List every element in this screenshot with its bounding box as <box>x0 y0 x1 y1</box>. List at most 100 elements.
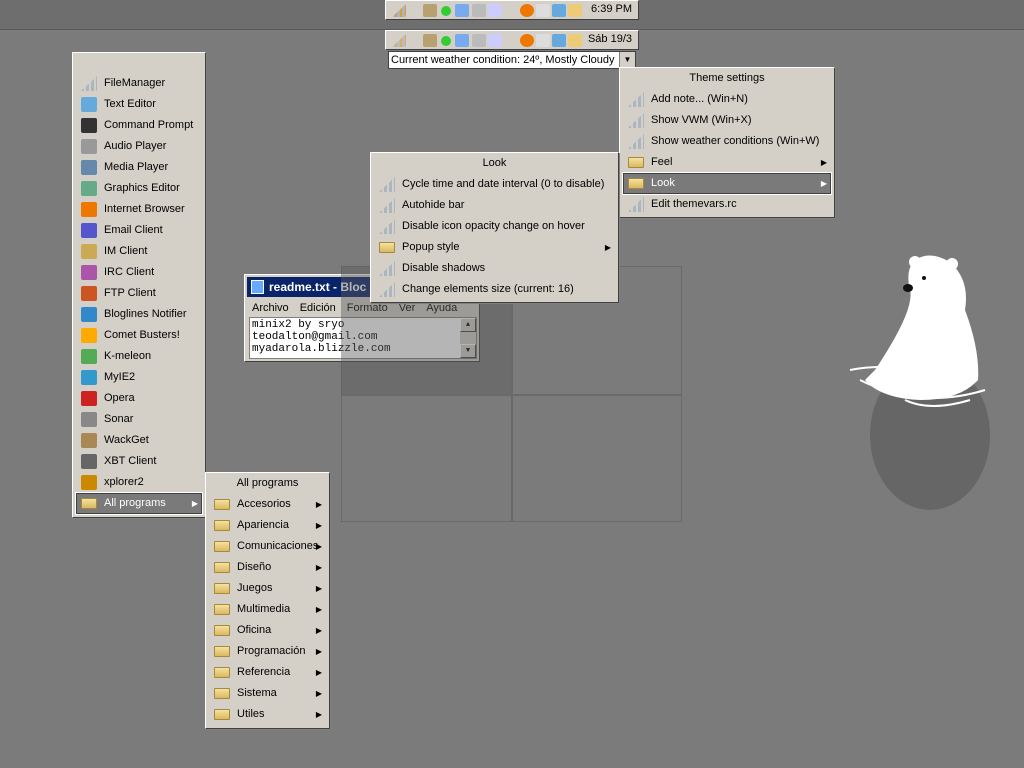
bloglines-icon <box>81 307 97 322</box>
menu-item-xplorer2[interactable]: xplorer2 <box>76 472 202 493</box>
firefox-icon[interactable] <box>520 4 534 17</box>
bars-icon <box>628 113 644 128</box>
menu-item-label: Apariencia <box>237 519 289 531</box>
menu-item-cycle-time-and-date-interval-0-to-disable[interactable]: Cycle time and date interval (0 to disab… <box>374 174 615 195</box>
menu-item-feel[interactable]: Feel ▶ <box>623 152 831 173</box>
menu-item-opera[interactable]: Opera <box>76 388 202 409</box>
network-icon[interactable] <box>455 34 469 47</box>
tray-icon[interactable] <box>423 4 437 17</box>
menu-item-label: All programs <box>104 497 166 509</box>
menu-item-referencia[interactable]: Referencia ▶ <box>209 662 326 683</box>
menu-item-label: FileManager <box>104 77 166 89</box>
menu-edicio-n[interactable]: Edición <box>300 302 336 314</box>
menu-item-label: Graphics Editor <box>104 182 180 194</box>
menu-item-wackget[interactable]: WackGet <box>76 430 202 451</box>
menu-item-change-elements-size-current-16[interactable]: Change elements size (current: 16) <box>374 279 615 300</box>
menu-item-disable-icon-opacity-change-on-hover[interactable]: Disable icon opacity change on hover <box>374 216 615 237</box>
menu-item-apariencia[interactable]: Apariencia ▶ <box>209 515 326 536</box>
irc-icon <box>81 265 97 280</box>
menu-item-media-player[interactable]: Media Player <box>76 157 202 178</box>
dropdown-arrow-icon[interactable]: ▼ <box>619 52 635 68</box>
menu-item-multimedia[interactable]: Multimedia ▶ <box>209 599 326 620</box>
menu-item-juegos[interactable]: Juegos ▶ <box>209 578 326 599</box>
menu-item-look[interactable]: Look ▶ <box>622 172 832 195</box>
menu-item-irc-client[interactable]: IRC Client <box>76 262 202 283</box>
folder-icon <box>214 625 230 636</box>
printer-icon[interactable] <box>472 4 486 17</box>
app-icon[interactable] <box>392 34 406 47</box>
submenu-arrow-icon: ▶ <box>315 563 322 572</box>
folder-icon <box>628 178 644 189</box>
opera-icon <box>81 391 97 406</box>
printer-icon[interactable] <box>472 34 486 47</box>
menu-item-audio-player[interactable]: Audio Player <box>76 136 202 157</box>
menu-item-label: Programación <box>237 645 306 657</box>
notebook-icon[interactable] <box>552 4 566 17</box>
menu-item-show-vwm-win-x[interactable]: Show VWM (Win+X) <box>623 110 831 131</box>
home-icon[interactable] <box>536 34 550 47</box>
menu-item-myie2[interactable]: MyIE2 <box>76 367 202 388</box>
menu-item-label: Media Player <box>104 161 169 173</box>
menu-item-autohide-bar[interactable]: Autohide bar <box>374 195 615 216</box>
menu-item-label: Opera <box>104 392 135 404</box>
mail-icon[interactable] <box>488 4 502 17</box>
menu-item-label: xplorer2 <box>104 476 144 488</box>
menu-item-command-prompt[interactable]: Command Prompt <box>76 115 202 136</box>
chameleon-icon <box>81 349 97 364</box>
menu-item-comet-busters[interactable]: Comet Busters! <box>76 325 202 346</box>
menu-item-all-programs[interactable]: All programs ▶ <box>75 492 203 515</box>
menu-item-email-client[interactable]: Email Client <box>76 220 202 241</box>
weather-combobox[interactable]: Current weather condition: 24º, Mostly C… <box>388 51 636 69</box>
menu-archivo[interactable]: Archivo <box>252 302 289 314</box>
menu-item-utiles[interactable]: Utiles ▶ <box>209 704 326 725</box>
menu-item-accesorios[interactable]: Accesorios ▶ <box>209 494 326 515</box>
notebook-icon[interactable] <box>552 34 566 47</box>
menu-item-graphics-editor[interactable]: Graphics Editor <box>76 178 202 199</box>
app-icon[interactable] <box>392 4 406 17</box>
mail-icon[interactable] <box>488 34 502 47</box>
menu-item-label: IM Client <box>104 245 148 257</box>
envelope-icon <box>81 223 97 238</box>
menu-item-sonar[interactable]: Sonar <box>76 409 202 430</box>
menu-item-popup-style[interactable]: Popup style ▶ <box>374 237 615 258</box>
menu-item-comunicaciones[interactable]: Comunicaciones ▶ <box>209 536 326 557</box>
menu-item-disen-o[interactable]: Diseño ▶ <box>209 557 326 578</box>
network-icon[interactable] <box>455 4 469 17</box>
wackget-icon <box>81 433 97 448</box>
menu-item-label: Email Client <box>104 224 163 236</box>
menu-item-disable-shadows[interactable]: Disable shadows <box>374 258 615 279</box>
menu-item-k-meleon[interactable]: K-meleon <box>76 346 202 367</box>
folder-icon <box>214 688 230 699</box>
menu-item-xbt-client[interactable]: XBT Client <box>76 451 202 472</box>
menu-item-label: Show VWM (Win+X) <box>651 114 752 126</box>
folder-icon[interactable] <box>568 4 582 17</box>
palette-icon <box>81 181 97 196</box>
bars-icon <box>379 198 395 213</box>
date[interactable]: Sáb 19/3 <box>588 33 632 45</box>
start-menu: FileManager Text Editor Command Prompt Audi… <box>72 52 206 518</box>
tray-icon[interactable] <box>423 34 437 47</box>
submenu-arrow-icon: ▶ <box>315 647 322 656</box>
menu-item-text-editor[interactable]: Text Editor <box>76 94 202 115</box>
menu-item-ftp-client[interactable]: FTP Client <box>76 283 202 304</box>
menu-item-label: WackGet <box>104 434 149 446</box>
menu-item-edit-themevars-rc[interactable]: Edit themevars.rc <box>623 194 831 215</box>
folder-icon[interactable] <box>568 34 582 47</box>
menu-item-label: Popup style <box>402 241 460 253</box>
ftp-icon <box>81 286 97 301</box>
home-icon[interactable] <box>536 4 550 17</box>
bars-icon <box>81 76 97 91</box>
menu-item-bloglines-notifier[interactable]: Bloglines Notifier <box>76 304 202 325</box>
menu-item-sistema[interactable]: Sistema ▶ <box>209 683 326 704</box>
polar-bear-wallpaper <box>849 255 990 510</box>
menu-item-filemanager[interactable]: FileManager <box>76 73 202 94</box>
menu-item-programacio-n[interactable]: Programación ▶ <box>209 641 326 662</box>
menu-item-show-weather-conditions-win-w[interactable]: Show weather conditions (Win+W) <box>623 131 831 152</box>
menu-item-im-client[interactable]: IM Client <box>76 241 202 262</box>
all-programs-menu: All programs Accesorios ▶ Apariencia ▶ Comuni… <box>205 472 330 729</box>
menu-item-add-note-win-n[interactable]: Add note... (Win+N) <box>623 89 831 110</box>
menu-item-oficina[interactable]: Oficina ▶ <box>209 620 326 641</box>
clock[interactable]: 6:39 PM <box>591 3 632 15</box>
firefox-icon[interactable] <box>520 34 534 47</box>
menu-item-internet-browser[interactable]: Internet Browser <box>76 199 202 220</box>
